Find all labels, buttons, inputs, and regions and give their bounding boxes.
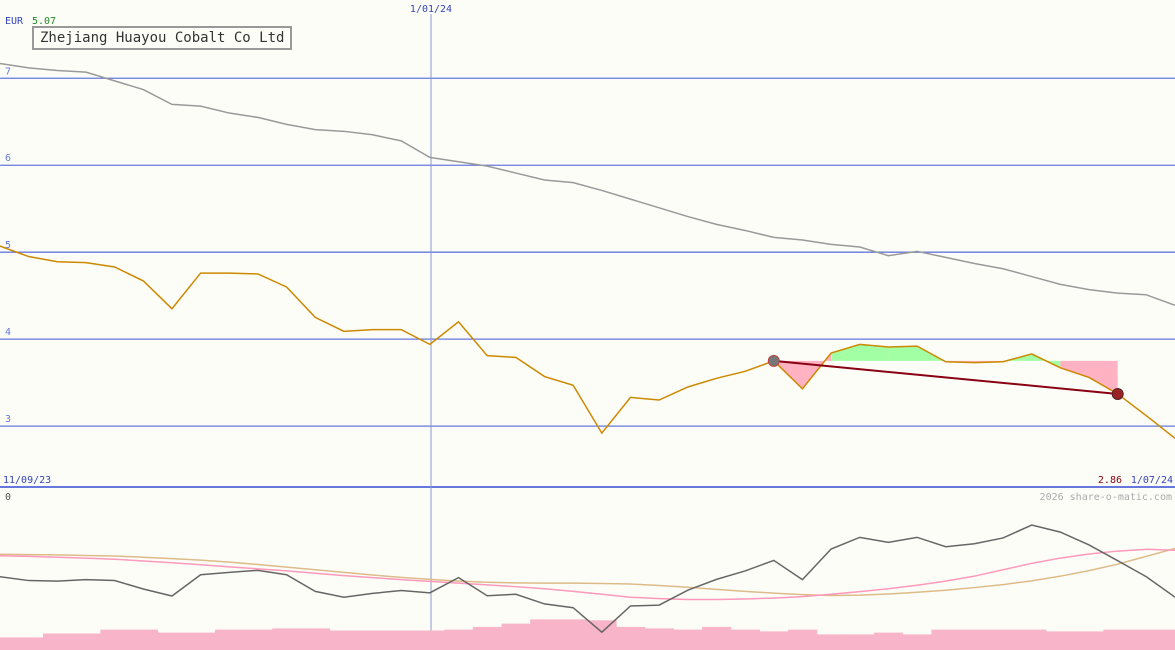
volume-bar bbox=[902, 634, 932, 650]
trend-fill-segment bbox=[831, 344, 860, 361]
volume-bar bbox=[128, 629, 159, 650]
volume-bar bbox=[329, 630, 359, 650]
y-tick-label: 4 bbox=[5, 327, 11, 338]
volume-bar bbox=[1132, 629, 1162, 650]
chart-canvas: 345671/01/24EUR 5.0711/09/23 1/07/242.8620… bbox=[0, 4, 1175, 650]
volume-bar bbox=[444, 629, 474, 650]
price-line bbox=[0, 245, 1175, 439]
volume-bar bbox=[0, 637, 15, 650]
volume-bar bbox=[300, 628, 331, 650]
volume-bar bbox=[960, 629, 990, 650]
volume-bar bbox=[1046, 631, 1076, 650]
volume-bar bbox=[501, 623, 531, 650]
volume-bar bbox=[1017, 629, 1047, 650]
volume-bar bbox=[272, 628, 302, 650]
y-tick-label: 7 bbox=[5, 66, 11, 77]
volume-bar bbox=[673, 629, 703, 650]
y-tick-label: 3 bbox=[5, 414, 11, 425]
oscillator-tan-line bbox=[0, 547, 1175, 597]
volume-bar bbox=[214, 629, 245, 650]
trend-end-marker bbox=[1111, 387, 1124, 400]
stock-chart: 3 4 5 6 7 1/01/24 EUR 5.07 11/09/23 1/07/24 2.86 20… bbox=[0, 0, 1175, 650]
volume-bar bbox=[100, 629, 130, 650]
currency-label: EUR bbox=[5, 16, 24, 27]
end-price-label: 2.86 bbox=[1098, 475, 1122, 486]
trend-fill-segment bbox=[888, 346, 918, 361]
start-date-label: 11/09/23 bbox=[3, 475, 51, 486]
osc-tick-label: 0 bbox=[5, 492, 11, 503]
trend-start-marker bbox=[767, 354, 780, 367]
company-name: Zhejiang Huayou Cobalt Co Ltd bbox=[40, 30, 285, 46]
volume-bar bbox=[472, 626, 503, 650]
volume-bar bbox=[730, 629, 760, 650]
average-line bbox=[0, 62, 1175, 306]
volume-bar bbox=[186, 632, 216, 650]
volume-bar bbox=[1074, 631, 1104, 650]
volume-bar bbox=[42, 633, 73, 650]
volume-bar bbox=[530, 619, 560, 650]
volume-bar bbox=[358, 630, 388, 650]
volume-bar bbox=[386, 630, 417, 650]
volume-bar bbox=[415, 630, 445, 650]
volume-bar bbox=[845, 634, 875, 650]
credit-label: 2026 share-o-matic.com bbox=[1040, 492, 1172, 503]
volume-bar bbox=[788, 629, 818, 650]
volume-bar bbox=[874, 632, 904, 650]
volume-bar bbox=[931, 629, 961, 650]
date-marker-label: 1/01/24 bbox=[410, 4, 452, 15]
y-tick-label: 6 bbox=[5, 153, 11, 164]
volume-bar bbox=[157, 632, 187, 650]
trend-fill-segment bbox=[1089, 360, 1118, 394]
volume-bar bbox=[702, 626, 732, 650]
volume-bar bbox=[616, 626, 646, 650]
volume-bar bbox=[587, 620, 617, 650]
volume-bar bbox=[759, 631, 789, 650]
oscillator-line bbox=[0, 524, 1175, 634]
volume-bar bbox=[14, 637, 44, 650]
volume-bar bbox=[71, 633, 101, 650]
volume-bar bbox=[243, 629, 273, 650]
volume-bar bbox=[644, 628, 674, 650]
volume-bar bbox=[558, 619, 588, 650]
end-date-label: 1/07/24 bbox=[1131, 475, 1173, 486]
volume-bar bbox=[816, 634, 846, 650]
volume-bar bbox=[988, 629, 1018, 650]
company-title-box: Zhejiang Huayou Cobalt Co Ltd bbox=[32, 26, 293, 50]
volume-bar bbox=[1103, 629, 1133, 650]
volume-bar bbox=[1160, 629, 1175, 650]
